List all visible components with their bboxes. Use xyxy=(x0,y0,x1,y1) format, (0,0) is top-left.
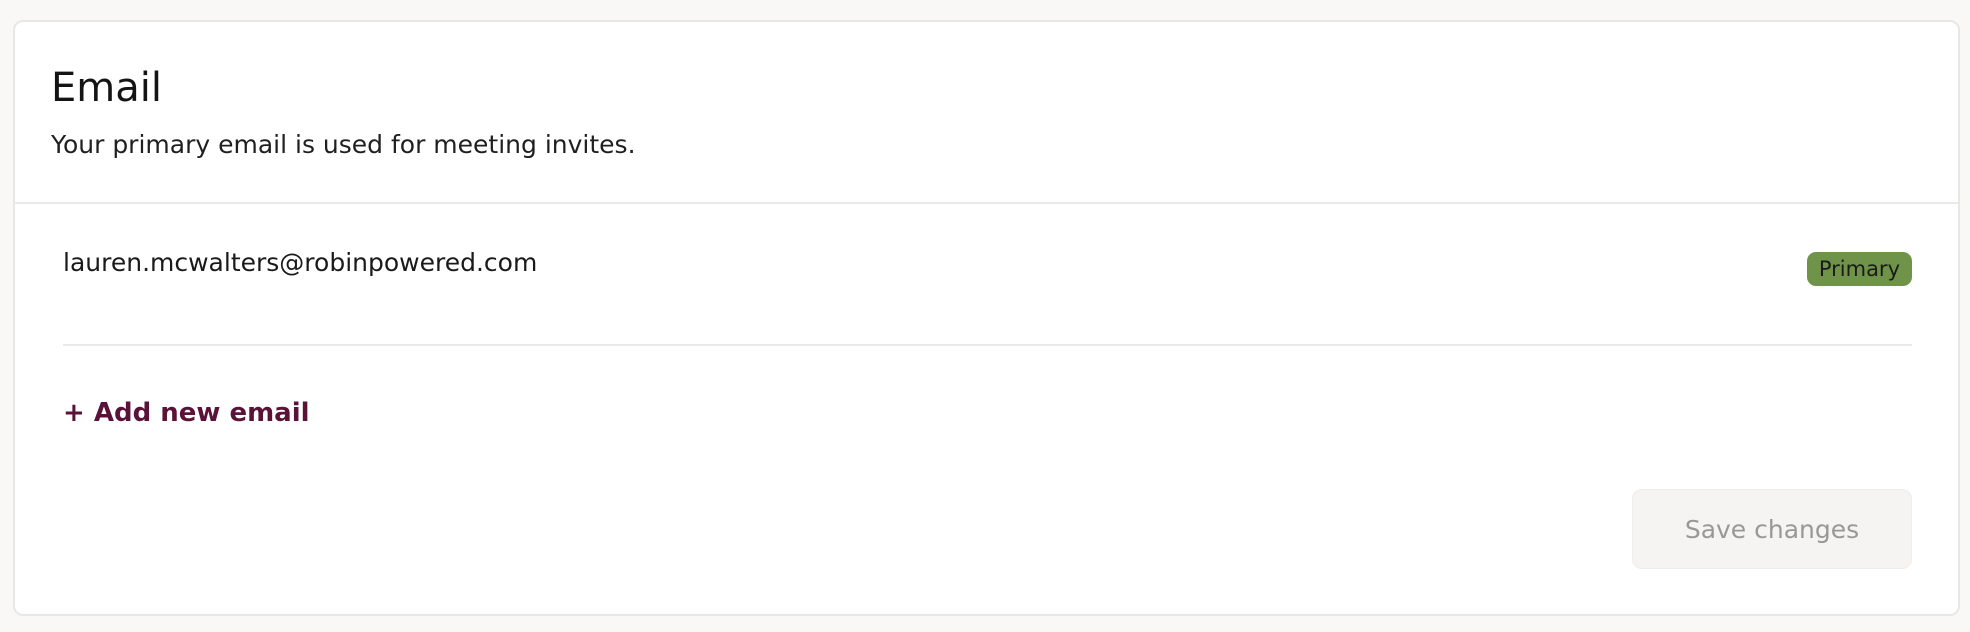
email-list-item: lauren.mcwalters@robinpowered.com Primar… xyxy=(63,204,1912,346)
section-subtitle: Your primary email is used for meeting i… xyxy=(51,130,636,159)
save-changes-button[interactable]: Save changes xyxy=(1632,489,1912,569)
card-header: Email Your primary email is used for mee… xyxy=(15,22,1958,204)
email-settings-card: Email Your primary email is used for mee… xyxy=(13,20,1960,616)
email-address: lauren.mcwalters@robinpowered.com xyxy=(63,248,538,277)
add-new-email-link[interactable]: + Add new email xyxy=(63,398,310,429)
primary-badge: Primary xyxy=(1806,252,1912,286)
section-title: Email xyxy=(51,65,162,111)
